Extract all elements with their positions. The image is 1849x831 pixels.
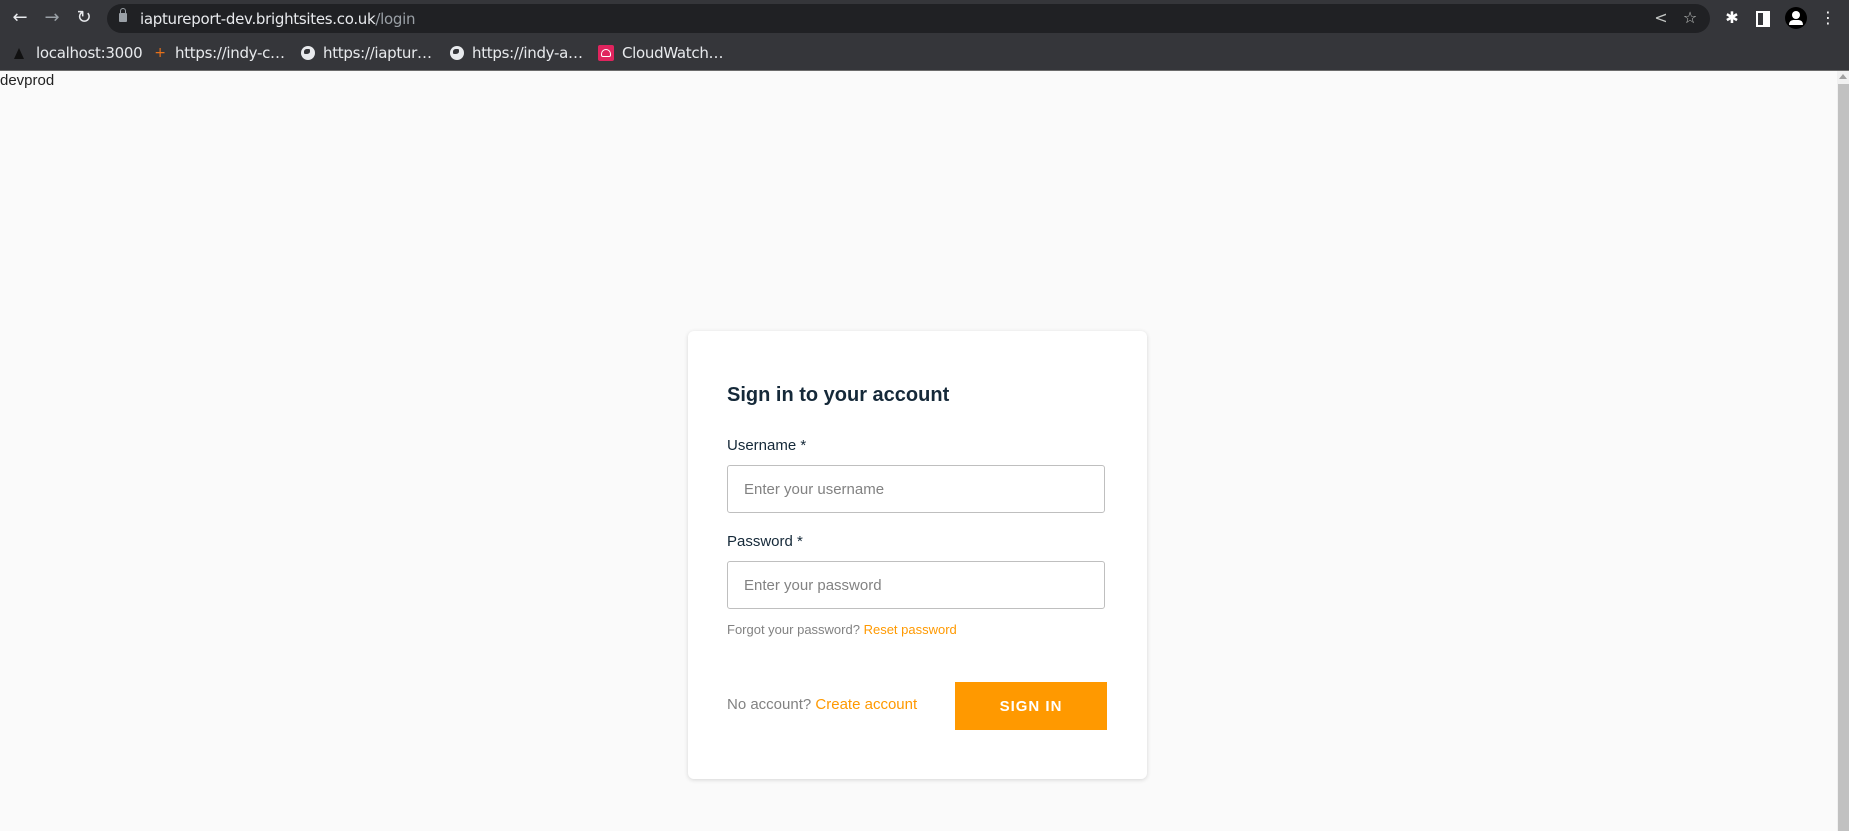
url-host: iaptureport-dev.brightsites.co.uk: [140, 10, 376, 28]
bookmark-label: localhost:3000: [36, 44, 143, 62]
username-input[interactable]: [727, 465, 1105, 513]
bookmark-star-icon[interactable]: ☆: [1679, 7, 1701, 29]
password-input[interactable]: [727, 561, 1105, 609]
bookmark-label: CloudWatch…: [622, 44, 724, 62]
username-label: Username *: [727, 437, 807, 454]
globe-icon: [301, 46, 315, 60]
password-label: Password *: [727, 533, 803, 550]
bookmark-iaptur[interactable]: https://iaptur…: [301, 42, 432, 64]
bookmark-label: https://indy-c…: [175, 44, 285, 62]
browser-toolbar: ← → ↻ iaptureport-dev.brightsites.co.uk/…: [0, 0, 1849, 36]
lock-icon[interactable]: [119, 8, 127, 22]
bookmark-label: https://iaptur…: [323, 44, 432, 62]
plus-icon: +: [154, 45, 166, 61]
bookmark-localhost[interactable]: localhost:3000: [14, 42, 143, 64]
create-account-link[interactable]: Create account: [815, 696, 917, 713]
forward-icon[interactable]: →: [40, 6, 64, 30]
bookmarks-bar: localhost:3000 + https://indy-c… https:/…: [0, 36, 1849, 71]
url-path: /login: [375, 10, 416, 28]
reload-icon[interactable]: ↻: [72, 6, 96, 30]
environment-label: devprod: [0, 72, 55, 89]
globe-icon: [450, 46, 464, 60]
scroll-up-icon[interactable]: [1839, 74, 1847, 79]
profile-avatar-icon[interactable]: [1785, 7, 1807, 29]
triangle-icon: [14, 47, 24, 59]
login-card: Sign in to your account Username * Passw…: [688, 331, 1147, 779]
browser-menu-icon[interactable]: ⋮: [1816, 6, 1840, 30]
scrollbar-thumb[interactable]: [1838, 84, 1849, 831]
no-account-row: No account? Create account: [727, 696, 917, 713]
url-text[interactable]: iaptureport-dev.brightsites.co.uk/login: [140, 10, 415, 28]
no-account-text: No account?: [727, 696, 812, 713]
forgot-password-row: Forgot your password? Reset password: [727, 622, 957, 637]
reset-password-link[interactable]: Reset password: [864, 622, 957, 637]
bookmark-label: https://indy-a…: [472, 44, 583, 62]
forgot-password-text: Forgot your password?: [727, 622, 860, 637]
extensions-icon[interactable]: ✱: [1720, 6, 1744, 30]
sign-in-button[interactable]: SIGN IN: [955, 682, 1107, 730]
address-bar[interactable]: iaptureport-dev.brightsites.co.uk/login …: [107, 4, 1710, 33]
share-icon[interactable]: <: [1650, 7, 1672, 29]
page-title: Sign in to your account: [727, 384, 950, 406]
side-panel-icon[interactable]: [1756, 11, 1770, 27]
page-scrollbar[interactable]: [1837, 71, 1849, 831]
cloudwatch-icon: [598, 45, 614, 61]
bookmark-indy-a[interactable]: https://indy-a…: [450, 42, 583, 64]
back-icon[interactable]: ←: [8, 6, 32, 30]
bookmark-cloudwatch[interactable]: CloudWatch…: [598, 42, 724, 64]
bookmark-indy-c[interactable]: + https://indy-c…: [153, 42, 285, 64]
